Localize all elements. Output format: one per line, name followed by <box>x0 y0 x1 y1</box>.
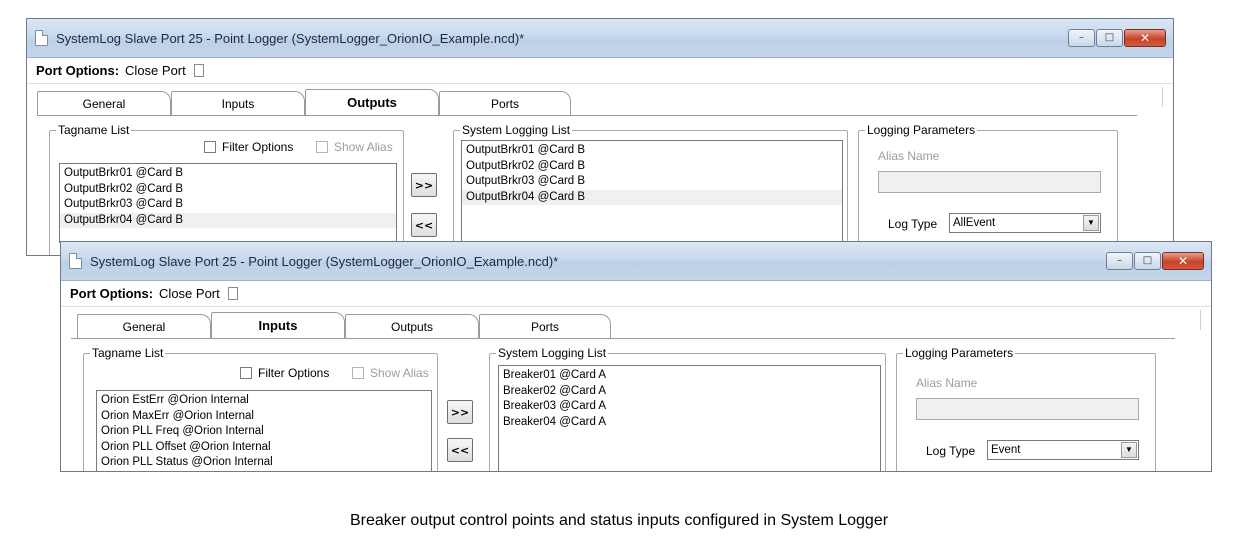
list-item[interactable]: OutputBrkr01 @Card B <box>466 143 838 159</box>
list-item[interactable]: OutputBrkr03 @Card B <box>466 174 838 190</box>
system-logging-list-group: System Logging List Breaker01 @Card A Br… <box>489 346 886 471</box>
list-item[interactable]: OutputBrkr01 @Card B <box>64 166 392 182</box>
tagname-list-title: Tagname List <box>90 346 166 360</box>
list-item[interactable]: Orion MaxErr @Orion Internal <box>101 409 427 425</box>
list-item[interactable]: Breaker03 @Card A <box>503 399 876 415</box>
list-item[interactable]: Breaker01 @Card A <box>503 368 876 384</box>
document-icon <box>35 30 48 46</box>
system-logging-listbox[interactable]: OutputBrkr01 @Card B OutputBrkr02 @Card … <box>461 140 843 255</box>
close-window-button[interactable]: ✕ <box>1162 252 1204 270</box>
add-to-logging-button[interactable]: >> <box>447 400 473 424</box>
remove-from-logging-button[interactable]: << <box>447 438 473 462</box>
tagname-list-title: Tagname List <box>56 123 132 137</box>
port-options-bar: Port Options: Close Port <box>61 281 1211 307</box>
tab-ports[interactable]: Ports <box>439 91 571 115</box>
port-options-label: Port Options: <box>70 286 154 301</box>
alias-name-field <box>878 171 1101 193</box>
scrollbar-edge <box>1200 310 1201 330</box>
tab-general[interactable]: General <box>77 314 211 338</box>
document-icon[interactable] <box>193 64 204 77</box>
list-item[interactable]: OutputBrkr04 @Card B <box>60 212 396 228</box>
remove-from-logging-button[interactable]: << <box>411 213 437 237</box>
add-to-logging-button[interactable]: >> <box>411 173 437 197</box>
alias-name-label: Alias Name <box>916 376 978 390</box>
system-logging-list-group: System Logging List OutputBrkr01 @Card B… <box>453 123 848 255</box>
list-item[interactable]: Breaker04 @Card A <box>503 415 876 431</box>
close-port-link[interactable]: Close Port <box>159 286 220 301</box>
tagname-listbox[interactable]: Orion EstErr @Orion Internal Orion MaxEr… <box>96 390 432 471</box>
list-item[interactable]: Orion PLL Freq @Orion Internal <box>101 424 427 440</box>
minimize-button[interactable]: – <box>1106 252 1133 270</box>
filter-options-checkbox[interactable]: Filter Options <box>204 140 293 154</box>
minimize-button[interactable]: – <box>1068 29 1095 47</box>
chevron-down-icon[interactable]: ▼ <box>1121 442 1137 458</box>
title-bar[interactable]: SystemLog Slave Port 25 - Point Logger (… <box>61 242 1211 281</box>
tagname-listbox[interactable]: OutputBrkr01 @Card B OutputBrkr02 @Card … <box>59 163 397 243</box>
chevron-down-icon[interactable]: ▼ <box>1083 215 1099 231</box>
system-logging-list-title: System Logging List <box>460 123 573 137</box>
tab-inputs[interactable]: Inputs <box>211 312 345 338</box>
point-logger-window-inputs: SystemLog Slave Port 25 - Point Logger (… <box>60 241 1212 472</box>
tagname-list-group: Tagname List Filter Options Show Alias O… <box>83 346 438 471</box>
checkbox-box[interactable] <box>240 367 252 379</box>
list-item[interactable]: Orion EstErr @Orion Internal <box>101 393 427 409</box>
show-alias-label: Show Alias <box>370 366 429 380</box>
document-icon[interactable] <box>227 287 238 300</box>
tab-outputs[interactable]: Outputs <box>305 89 439 115</box>
close-port-link[interactable]: Close Port <box>125 63 186 78</box>
filter-options-label: Filter Options <box>222 140 294 154</box>
document-icon <box>69 253 82 269</box>
filter-options-label: Filter Options <box>258 366 330 380</box>
tab-general[interactable]: General <box>37 91 171 115</box>
show-alias-checkbox: Show Alias <box>352 366 429 380</box>
logging-parameters-title: Logging Parameters <box>903 346 1016 360</box>
checkbox-box <box>352 367 364 379</box>
log-type-value: AllEvent <box>953 217 996 229</box>
log-type-label: Log Type <box>926 444 976 458</box>
list-item[interactable]: Breaker02 @Card A <box>503 384 876 400</box>
logging-parameters-title: Logging Parameters <box>865 123 978 137</box>
checkbox-box <box>316 141 328 153</box>
tab-inputs[interactable]: Inputs <box>171 91 305 115</box>
show-alias-checkbox: Show Alias <box>316 140 393 154</box>
window-title: SystemLog Slave Port 25 - Point Logger (… <box>56 30 525 46</box>
scrollbar-edge <box>1162 87 1163 107</box>
list-item[interactable]: Orion PLL Status @Orion Internal <box>101 455 427 471</box>
list-item[interactable]: OutputBrkr02 @Card B <box>64 182 392 198</box>
tagname-list-group: Tagname List Filter Options Show Alias O… <box>49 123 404 255</box>
tab-panel-border <box>37 115 1137 116</box>
log-type-select[interactable]: AllEvent ▼ <box>949 213 1101 233</box>
checkbox-box[interactable] <box>204 141 216 153</box>
list-item[interactable]: OutputBrkr02 @Card B <box>466 159 838 175</box>
log-type-value: Event <box>991 444 1021 456</box>
log-type-label: Log Type <box>888 217 938 231</box>
tab-ports[interactable]: Ports <box>479 314 611 338</box>
logging-parameters-group: Logging Parameters Alias Name Log Type E… <box>896 346 1156 471</box>
list-item[interactable]: OutputBrkr03 @Card B <box>64 197 392 213</box>
port-options-bar: Port Options: Close Port <box>27 58 1173 84</box>
logging-parameters-group: Logging Parameters Alias Name Log Type A… <box>858 123 1118 255</box>
port-options-label: Port Options: <box>36 63 120 78</box>
list-item[interactable]: OutputBrkr04 @Card B <box>462 189 842 205</box>
maximize-button[interactable]: □ <box>1134 252 1161 270</box>
title-bar[interactable]: SystemLog Slave Port 25 - Point Logger (… <box>27 19 1173 58</box>
tab-content: General Inputs Outputs Ports Tagname Lis… <box>61 307 1211 471</box>
log-type-select[interactable]: Event ▼ <box>987 440 1139 460</box>
figure-caption: Breaker output control points and status… <box>349 512 889 529</box>
alias-name-label: Alias Name <box>878 149 940 163</box>
tab-outputs[interactable]: Outputs <box>345 314 479 338</box>
list-item[interactable]: Orion PLL Offset @Orion Internal <box>101 440 427 456</box>
point-logger-window-outputs: SystemLog Slave Port 25 - Point Logger (… <box>26 18 1174 256</box>
close-window-button[interactable]: ✕ <box>1124 29 1166 47</box>
system-logging-list-title: System Logging List <box>496 346 609 360</box>
show-alias-label: Show Alias <box>334 140 393 154</box>
maximize-button[interactable]: □ <box>1096 29 1123 47</box>
system-logging-listbox[interactable]: Breaker01 @Card A Breaker02 @Card A Brea… <box>498 365 881 471</box>
tab-content: General Inputs Outputs Ports Tagname Lis… <box>27 84 1173 255</box>
filter-options-checkbox[interactable]: Filter Options <box>240 366 329 380</box>
window-title: SystemLog Slave Port 25 - Point Logger (… <box>90 253 559 269</box>
tab-panel-border <box>71 338 1175 339</box>
alias-name-field <box>916 398 1139 420</box>
